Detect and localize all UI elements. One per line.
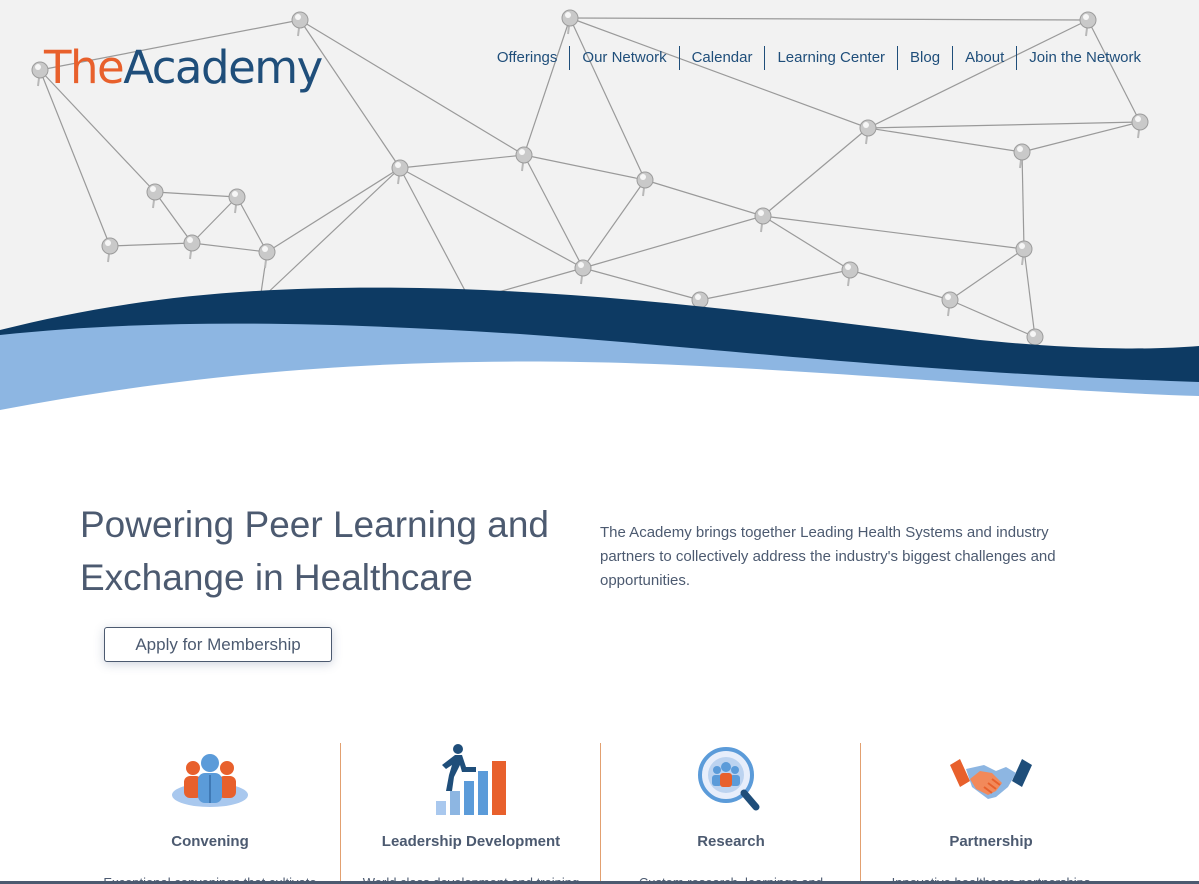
handshake-icon: [950, 759, 1032, 799]
feature-partnership[interactable]: Partnership Innovative healthcare partne…: [860, 743, 1120, 884]
feature-research[interactable]: Research Custom research, learnings and: [600, 743, 860, 884]
people-group-icon: [172, 754, 248, 807]
nav-learning-center[interactable]: Learning Center: [765, 44, 897, 71]
feature-title: Research: [697, 833, 765, 850]
page-headline: Powering Peer Learning and Exchange in H…: [80, 504, 549, 598]
feature-title: Convening: [171, 833, 249, 850]
feature-title: Partnership: [949, 833, 1033, 850]
nav-our-network[interactable]: Our Network: [570, 44, 678, 71]
climbing-stairs-icon: [436, 744, 506, 815]
feature-title: Leadership Development: [381, 833, 561, 850]
nav-blog[interactable]: Blog: [898, 44, 952, 71]
nav-offerings[interactable]: Offerings: [485, 44, 570, 71]
logo-text-the: The: [44, 41, 125, 94]
main-nav: Offerings Our Network Calendar Learning …: [485, 44, 1153, 71]
nav-about[interactable]: About: [953, 44, 1016, 71]
feature-convening[interactable]: Convening Exceptional convenings that cu…: [80, 743, 340, 884]
hero-banner: TheAcademy Offerings Our Network Calenda…: [0, 0, 1199, 420]
nav-join-network[interactable]: Join the Network: [1017, 44, 1153, 71]
intro-description: The Academy brings together Leading Heal…: [600, 524, 1056, 589]
logo-text-academy: Academy: [123, 41, 323, 94]
magnifier-people-icon: [698, 747, 760, 811]
apply-membership-button[interactable]: Apply for Membership: [104, 627, 332, 662]
nav-calendar[interactable]: Calendar: [680, 44, 765, 71]
academy-logo[interactable]: TheAcademy: [44, 40, 323, 100]
feature-leadership[interactable]: Leadership Development World class devel…: [340, 743, 600, 884]
features-row: Convening Exceptional convenings that cu…: [80, 743, 1120, 884]
